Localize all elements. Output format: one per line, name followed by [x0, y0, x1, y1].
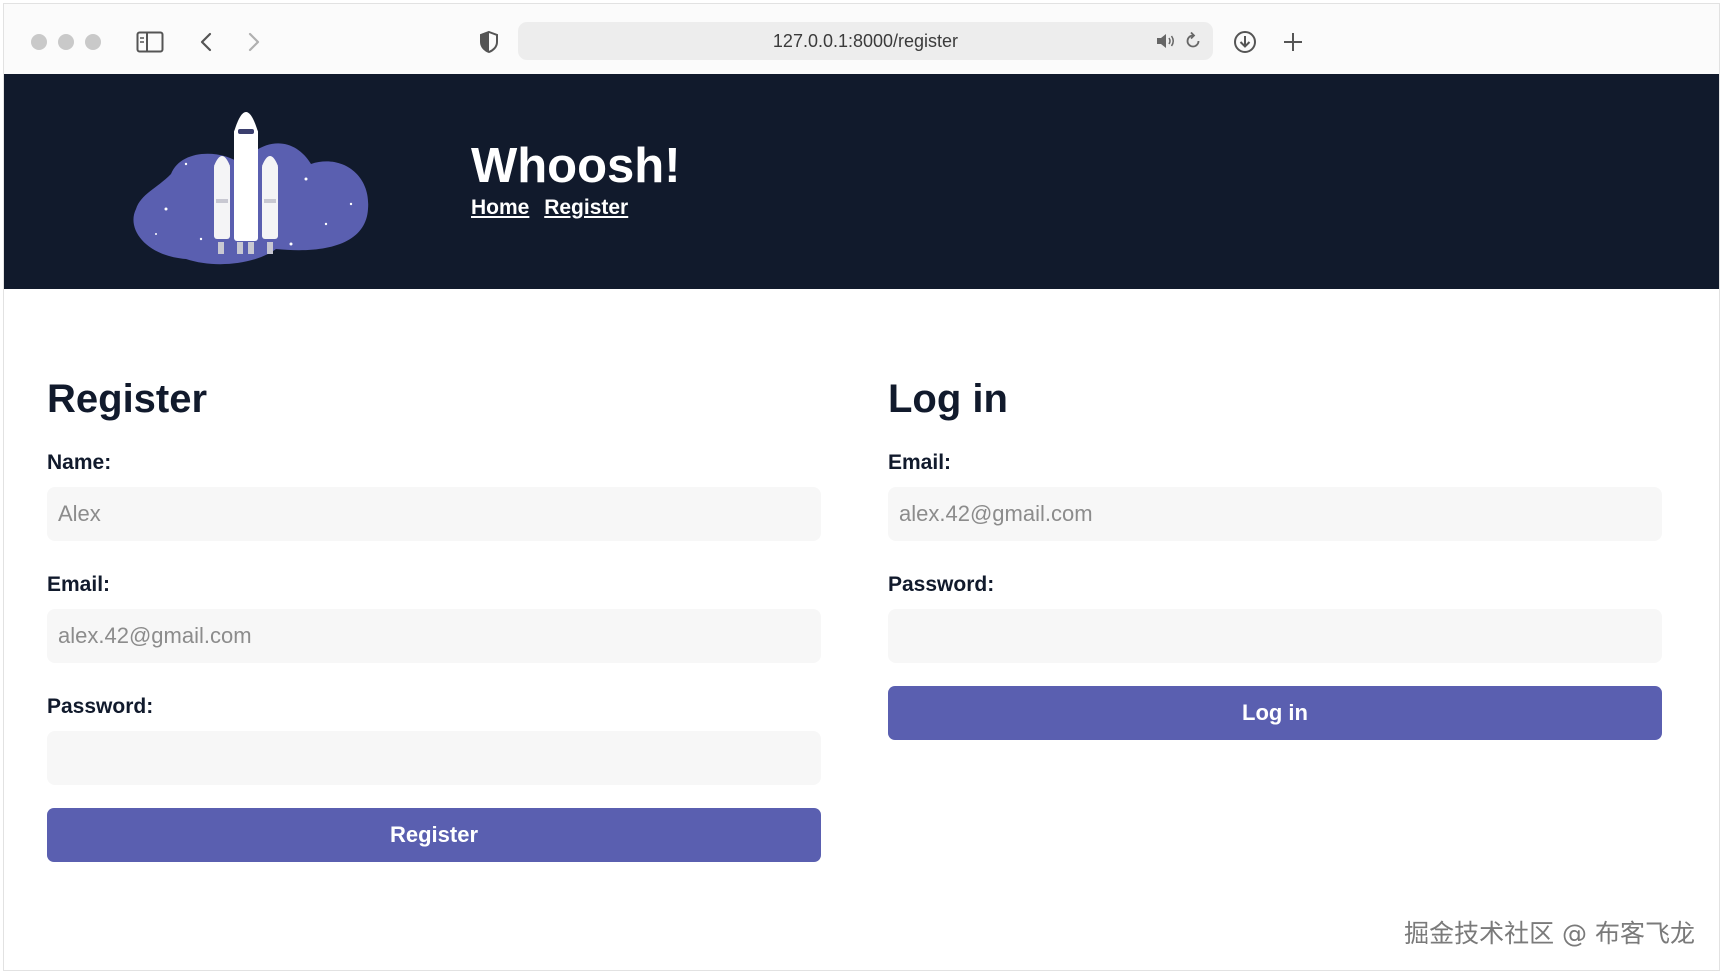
minimize-window-button[interactable]	[58, 34, 74, 50]
close-window-button[interactable]	[31, 34, 47, 50]
register-password-label: Password:	[47, 695, 154, 718]
new-tab-plus-icon[interactable]	[1281, 24, 1305, 60]
register-name-input[interactable]	[47, 487, 821, 541]
reload-icon[interactable]	[1183, 31, 1203, 56]
register-name-label: Name:	[47, 451, 112, 474]
login-password-input[interactable]	[888, 609, 1662, 663]
site-title: Whoosh!	[471, 139, 681, 193]
register-email-label: Email:	[47, 573, 111, 596]
zoom-window-button[interactable]	[85, 34, 101, 50]
forward-chevron-icon[interactable]	[244, 24, 264, 60]
login-email-label: Email:	[888, 451, 952, 474]
nav-link-register[interactable]: Register	[544, 196, 628, 219]
browser-toolbar: 127.0.0.1:8000/register	[4, 4, 1719, 74]
sidebar-toggle-icon[interactable]	[135, 24, 165, 60]
register-email-input[interactable]	[47, 609, 821, 663]
site-nav: Home Register	[471, 196, 637, 220]
speaker-icon[interactable]	[1155, 31, 1177, 56]
privacy-shield-icon[interactable]	[477, 24, 501, 60]
address-url: 127.0.0.1:8000/register	[772, 31, 959, 51]
register-form: Register Name: Email: Password: Register	[47, 374, 821, 862]
download-icon[interactable]	[1232, 24, 1258, 60]
register-button[interactable]: Register	[47, 808, 821, 862]
login-form: Log in Email: Password: Log in	[888, 374, 1662, 740]
browser-window: 127.0.0.1:8000/register Whoosh! Home Reg…	[3, 3, 1720, 971]
login-password-label: Password:	[888, 573, 995, 596]
site-header: Whoosh! Home Register	[4, 74, 1719, 289]
back-chevron-icon[interactable]	[196, 24, 216, 60]
login-heading: Log in	[888, 377, 1008, 421]
rocket-logo-icon	[126, 94, 376, 279]
watermark: 掘金技术社区 @ 布客飞龙	[1404, 919, 1695, 948]
address-bar[interactable]: 127.0.0.1:8000/register	[518, 22, 1213, 60]
register-heading: Register	[47, 377, 208, 421]
login-button[interactable]: Log in	[888, 686, 1662, 740]
nav-link-home[interactable]: Home	[471, 196, 529, 219]
register-password-input[interactable]	[47, 731, 821, 785]
login-email-input[interactable]	[888, 487, 1662, 541]
